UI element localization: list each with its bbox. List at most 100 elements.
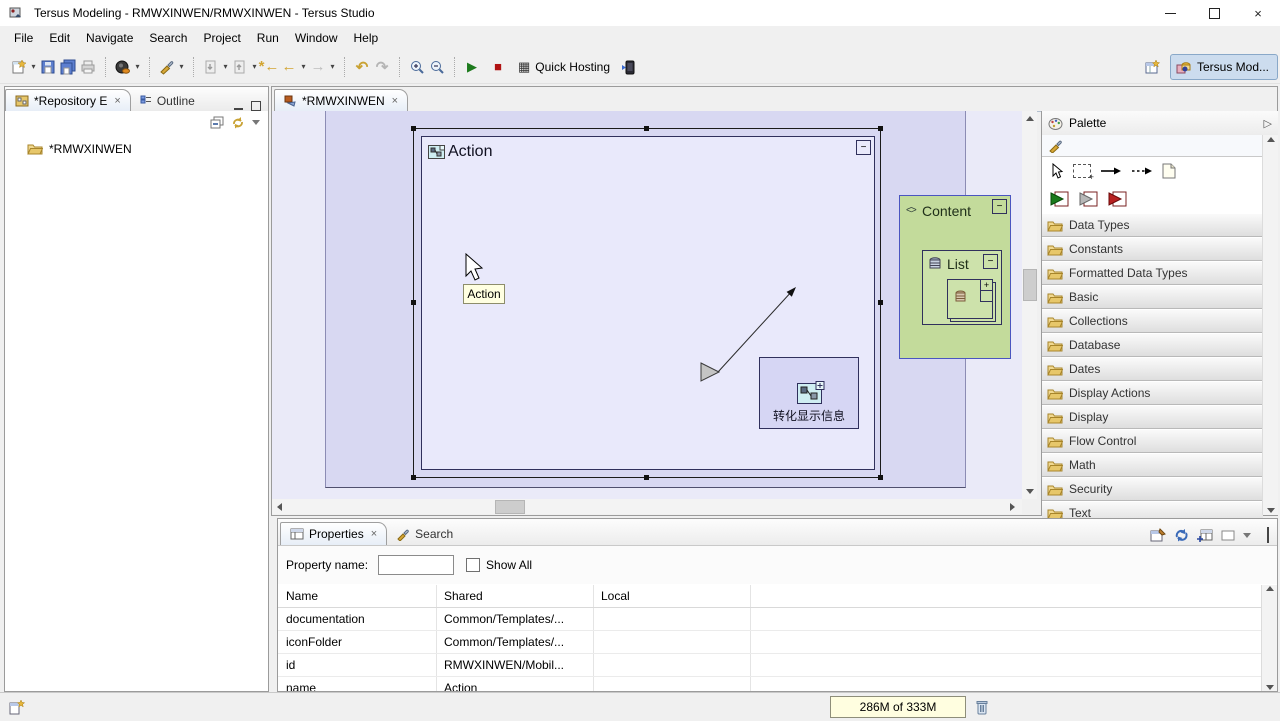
flow-arrow-tool-icon[interactable] bbox=[1100, 166, 1122, 176]
editor-tab-close-icon[interactable]: × bbox=[392, 95, 398, 107]
tree-item-rmwxinwen[interactable]: *RMWXINWEN bbox=[5, 139, 268, 158]
editor-vertical-scrollbar[interactable] bbox=[1022, 111, 1037, 499]
selection-handle[interactable] bbox=[411, 300, 416, 305]
palette-category-database[interactable]: Database bbox=[1042, 333, 1263, 357]
properties-scrollbar[interactable] bbox=[1261, 585, 1277, 691]
fast-view-icon[interactable] bbox=[8, 699, 26, 715]
tab-outline[interactable]: Outline bbox=[131, 90, 204, 111]
list-element[interactable]: List − + bbox=[922, 250, 1002, 325]
menu-project[interactable]: Project bbox=[195, 28, 248, 48]
selection-handle[interactable] bbox=[644, 126, 649, 131]
selection-handle[interactable] bbox=[878, 300, 883, 305]
menu-run[interactable]: Run bbox=[249, 28, 287, 48]
tab-close-icon[interactable]: × bbox=[114, 95, 120, 107]
palette-scrollbar[interactable] bbox=[1262, 135, 1278, 515]
zoom-in-icon[interactable] bbox=[407, 56, 427, 78]
new-dropdown-icon[interactable]: ▾ bbox=[29, 62, 38, 71]
selection-handle[interactable] bbox=[644, 475, 649, 480]
select-tool-icon[interactable] bbox=[1050, 163, 1064, 179]
property-name-input[interactable] bbox=[378, 555, 454, 575]
tab-repository-explorer[interactable]: *Repository E × bbox=[5, 89, 131, 111]
next-annotation-dropdown-icon[interactable]: ▾ bbox=[221, 62, 230, 71]
palette-category-dates[interactable]: Dates bbox=[1042, 357, 1263, 381]
palette-category-constants[interactable]: Constants bbox=[1042, 237, 1263, 261]
editor-horizontal-scrollbar[interactable] bbox=[272, 499, 1022, 514]
model-canvas[interactable]: Action − <> Content − List − bbox=[272, 111, 1022, 499]
table-row-id[interactable]: id RMWXINWEN/Mobil... bbox=[278, 654, 1262, 677]
scrollbar-thumb[interactable] bbox=[1023, 269, 1037, 301]
garbage-collect-button[interactable] bbox=[972, 697, 992, 716]
scroll-up-icon[interactable] bbox=[1022, 111, 1037, 126]
scroll-up-icon[interactable] bbox=[1266, 586, 1274, 591]
content-element[interactable]: <> Content − List − bbox=[899, 195, 1011, 359]
back-icon[interactable]: ← bbox=[279, 56, 299, 78]
show-all-checkbox[interactable] bbox=[466, 558, 480, 572]
palette-pin-icon[interactable]: ▷ bbox=[1264, 117, 1272, 130]
action-collapse-button[interactable]: − bbox=[856, 140, 871, 155]
column-header-shared[interactable]: Shared bbox=[437, 585, 594, 607]
add-table-icon[interactable] bbox=[1197, 528, 1213, 542]
scroll-down-icon[interactable] bbox=[1267, 508, 1275, 513]
palette-header[interactable]: Palette ▷ bbox=[1042, 111, 1278, 136]
next-annotation-icon[interactable] bbox=[201, 56, 221, 78]
open-perspective-icon[interactable] bbox=[1144, 59, 1162, 75]
selection-handle[interactable] bbox=[878, 126, 883, 131]
scroll-right-icon[interactable] bbox=[1005, 499, 1020, 514]
selection-handle[interactable] bbox=[411, 126, 416, 131]
selection-handle[interactable] bbox=[878, 475, 883, 480]
palette-category-math[interactable]: Math bbox=[1042, 453, 1263, 477]
scroll-left-icon[interactable] bbox=[272, 499, 287, 514]
column-header-name[interactable]: Name bbox=[278, 585, 437, 607]
list-collapse-button[interactable]: − bbox=[983, 254, 998, 269]
palette-category-basic[interactable]: Basic bbox=[1042, 285, 1263, 309]
menu-edit[interactable]: Edit bbox=[41, 28, 78, 48]
note-tool-icon[interactable] bbox=[1162, 163, 1176, 179]
view-menu-icon[interactable] bbox=[252, 120, 260, 125]
forward-icon[interactable]: → bbox=[308, 56, 328, 78]
exit-success-tool-icon[interactable] bbox=[1050, 191, 1070, 207]
undo-icon[interactable]: ↶ bbox=[352, 56, 372, 78]
close-button[interactable]: × bbox=[1236, 0, 1280, 26]
database-run-icon[interactable] bbox=[113, 56, 133, 78]
table-row-iconfolder[interactable]: iconFolder Common/Templates/... bbox=[278, 631, 1262, 654]
table-header-row[interactable]: Name Shared Local bbox=[278, 585, 1262, 608]
palette-category-formatted-data-types[interactable]: Formatted Data Types bbox=[1042, 261, 1263, 285]
run-icon[interactable]: ▶ bbox=[462, 56, 482, 78]
menu-window[interactable]: Window bbox=[287, 28, 346, 48]
database-run-dropdown-icon[interactable]: ▾ bbox=[133, 62, 142, 71]
zoom-out-icon[interactable] bbox=[427, 56, 447, 78]
dotted-arrow-tool-icon[interactable] bbox=[1131, 166, 1153, 176]
pin-view-icon[interactable] bbox=[1150, 528, 1166, 542]
collapse-all-icon[interactable] bbox=[210, 116, 224, 129]
menu-search[interactable]: Search bbox=[141, 28, 195, 48]
table-row-name[interactable]: name Action bbox=[278, 677, 1262, 691]
view-minimize-icon[interactable] bbox=[232, 100, 244, 111]
exit-neutral-tool-icon[interactable] bbox=[1079, 191, 1099, 207]
view-maximize-icon[interactable] bbox=[1267, 528, 1269, 542]
show-columns-icon[interactable] bbox=[1221, 529, 1235, 542]
selection-handle[interactable] bbox=[411, 475, 416, 480]
refresh-icon[interactable] bbox=[231, 116, 245, 129]
list-inner-element[interactable]: + bbox=[947, 279, 993, 319]
back-dropdown-icon[interactable]: ▾ bbox=[299, 62, 308, 71]
scroll-down-icon[interactable] bbox=[1266, 685, 1274, 690]
menu-help[interactable]: Help bbox=[346, 28, 387, 48]
previous-annotation-icon[interactable] bbox=[230, 56, 250, 78]
stop-icon[interactable]: ■ bbox=[488, 56, 508, 78]
search-dropdown-icon[interactable]: ▾ bbox=[177, 62, 186, 71]
refresh-view-icon[interactable] bbox=[1174, 528, 1189, 542]
palette-active-tool-row[interactable] bbox=[1042, 135, 1263, 157]
redo-icon[interactable]: ↷ bbox=[372, 56, 392, 78]
palette-category-flow-control[interactable]: Flow Control bbox=[1042, 429, 1263, 453]
quick-hosting-button[interactable]: ▦ Quick Hosting bbox=[514, 57, 614, 77]
save-icon[interactable] bbox=[38, 56, 58, 78]
tab-search[interactable]: Search bbox=[387, 523, 462, 545]
scroll-down-icon[interactable] bbox=[1022, 484, 1037, 499]
exit-error-tool-icon[interactable] bbox=[1108, 191, 1128, 207]
marquee-tool-icon[interactable]: + bbox=[1073, 164, 1091, 178]
minimize-button[interactable] bbox=[1148, 0, 1192, 26]
palette-category-data-types[interactable]: Data Types bbox=[1042, 213, 1263, 237]
transform-element[interactable]: 转化显示信息 bbox=[759, 357, 859, 429]
column-header-local[interactable]: Local bbox=[594, 585, 751, 607]
editor-tab-rmwxinwen[interactable]: *RMWXINWEN × bbox=[274, 89, 408, 111]
